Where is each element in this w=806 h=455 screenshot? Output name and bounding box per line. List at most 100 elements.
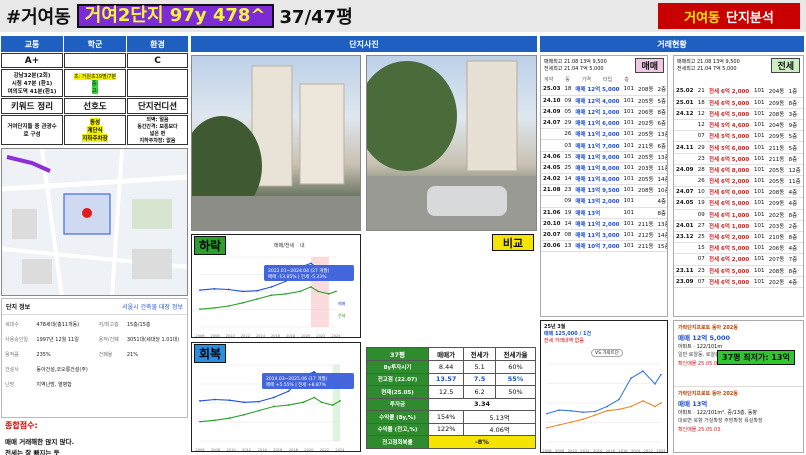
legend-jeonse: 전세 <box>338 312 346 318</box>
x-tick-label: 2012 <box>241 334 250 338</box>
building-shape <box>299 83 345 185</box>
data-point <box>213 307 216 309</box>
deal-type: 101 <box>621 184 636 197</box>
data-point <box>213 287 216 290</box>
deal-type: 101 <box>751 108 767 121</box>
deal-floor: 4층 <box>786 276 803 288</box>
deal-floor: 8층 <box>786 209 803 221</box>
deal-row: 07 전세 5억 5,000 101 209동 5층 <box>674 130 803 143</box>
compare-header: 전세가 <box>463 347 497 361</box>
data-point <box>558 424 560 426</box>
data-point <box>242 290 244 293</box>
condition-item: 동간간격: 보통보다 <box>137 124 178 130</box>
deal-building: 203동 <box>635 162 656 175</box>
info-key: 용적률 <box>5 352 19 358</box>
info-row: 사용승인일 1997년 12월 11일 용적/건폐 3051대(세대당 1.01대) <box>2 332 187 347</box>
x-tick-label: 2018 <box>618 449 628 453</box>
building-registry-link[interactable]: 서울시 건축물 대장 정보 <box>122 302 183 311</box>
analysis-button[interactable]: 거여동 단지분석 <box>658 3 800 29</box>
compare-row: 전고점 (22.07) 13.57 7.5 55% <box>366 372 536 386</box>
deal-type: 101 <box>751 141 767 154</box>
compare-cell: 7.5 <box>463 372 497 386</box>
data-point <box>313 396 316 399</box>
location-map[interactable] <box>1 148 188 296</box>
data-point <box>642 370 644 372</box>
deal-floor: 9층 <box>786 119 803 132</box>
deal-floor: 4층 <box>786 242 803 255</box>
complex-photo-1[interactable] <box>191 55 361 231</box>
data-point <box>270 294 273 297</box>
deal-date <box>674 209 696 221</box>
deal-building: 205동 <box>635 95 656 107</box>
info-key: 건폐율 <box>98 352 113 358</box>
analysis-label: 단지분석 <box>726 10 774 26</box>
compare-cell: 5.13억 <box>463 410 536 424</box>
data-point <box>582 411 584 414</box>
deal-date: 25.03 <box>541 84 563 96</box>
complex-marker[interactable] <box>82 208 92 218</box>
data-point <box>317 290 320 293</box>
compare-cell: 50% <box>495 385 536 399</box>
drop-label: 하락 <box>194 236 227 255</box>
sale-table: 25.03 18 매매 12억 5,000 101 208동 2층 24.10 09 매매 12… <box>541 84 667 253</box>
listing-card[interactable]: 가락단지프로토 동아 202동 매매 13억 아파트 · 122/101m², 중/… <box>674 387 803 452</box>
tooltip-line: 2022.01~2024.04 (27 개월) <box>268 267 330 274</box>
deal-date: 24.09 <box>541 106 563 119</box>
condition-item: 지하주차장: 없음 <box>139 138 176 144</box>
x-tick-label: 2020 <box>304 448 314 452</box>
deal-price: 매매 12억 4,000 <box>573 95 622 107</box>
data-point <box>287 390 290 393</box>
col-header: 가격 <box>581 77 592 83</box>
transport-line: 강남32분(2회) <box>13 73 51 79</box>
data-point <box>654 405 656 408</box>
deal-building: 205동 <box>635 151 656 163</box>
deal-price: 매매 11억 9,000 <box>573 151 622 163</box>
info-value: 235% <box>36 351 51 358</box>
deal-date: 24.07 <box>674 186 696 199</box>
x-tick-label: 2022 <box>316 334 325 338</box>
data-point <box>606 405 608 408</box>
col-header: 동 <box>565 77 570 83</box>
deal-date: 24.09 <box>674 164 696 177</box>
deal-day: 19 <box>695 197 707 210</box>
deal-day: 29 <box>695 141 707 154</box>
deal-date: 24.05 <box>674 197 696 210</box>
compare-row: 수익률 (8y,%) 154% 5.13억 <box>366 410 536 424</box>
deal-floor: 8층 <box>786 97 803 109</box>
info-value: 지역난방, 열병합 <box>36 382 72 388</box>
data-point <box>258 400 260 403</box>
info-value: 동아건설,코오롱건설(주) <box>36 367 88 373</box>
deal-building: 209동 <box>766 197 787 210</box>
deal-row: 24.09 05 매매 12억 1,000 101 206동 8층 <box>541 106 667 119</box>
deal-type: 101 <box>751 276 767 288</box>
complex-photo-2[interactable] <box>366 55 537 231</box>
preference-item: 동성 <box>89 118 101 126</box>
deal-date: 20.06 <box>541 240 563 253</box>
deal-type: 101 <box>621 240 636 253</box>
deal-price: 매매 11억 6,000 <box>573 117 622 130</box>
complex-info-table: 세대수 478세대(총11개동) 저/최고층 15층/15층 사용승인일 1997년 12… <box>2 317 187 392</box>
data-point <box>310 262 312 265</box>
transport-line: 여의도역 41분(환1) <box>7 89 57 95</box>
deal-floor: 5층 <box>786 141 803 154</box>
deal-date: 24.10 <box>541 95 563 107</box>
deal-building: 208동 <box>766 265 787 277</box>
deal-price: 전세 6억 5,000 <box>706 97 752 109</box>
deal-type: 101 <box>751 242 767 255</box>
data-point <box>272 396 275 399</box>
deal-price: 전세 6억 2,000 <box>706 253 752 266</box>
data-point <box>228 417 231 420</box>
tooltip-line: 매매 -13.85% | 전세 -5.33% <box>268 273 327 280</box>
title-area: #거여동 <box>6 7 71 28</box>
x-tick-label: 2010 <box>568 449 578 453</box>
data-point <box>335 290 337 293</box>
listing-spec: 아파트 · 122/101m <box>678 344 723 350</box>
deal-type: 101 <box>751 119 767 132</box>
deal-building: 209동 <box>766 130 787 143</box>
deal-price: 전세 6억 2,000 <box>706 86 752 98</box>
deal-row: 09 매매 13억 2,000 101 4층 <box>541 195 667 208</box>
deal-row: 24.0615매매 11억 9,000101205동13층 <box>541 151 667 163</box>
compare-cell: 122% <box>427 422 465 436</box>
deal-price: 매매 13억 9,500 <box>573 184 622 197</box>
deal-day: 26 <box>695 175 707 188</box>
